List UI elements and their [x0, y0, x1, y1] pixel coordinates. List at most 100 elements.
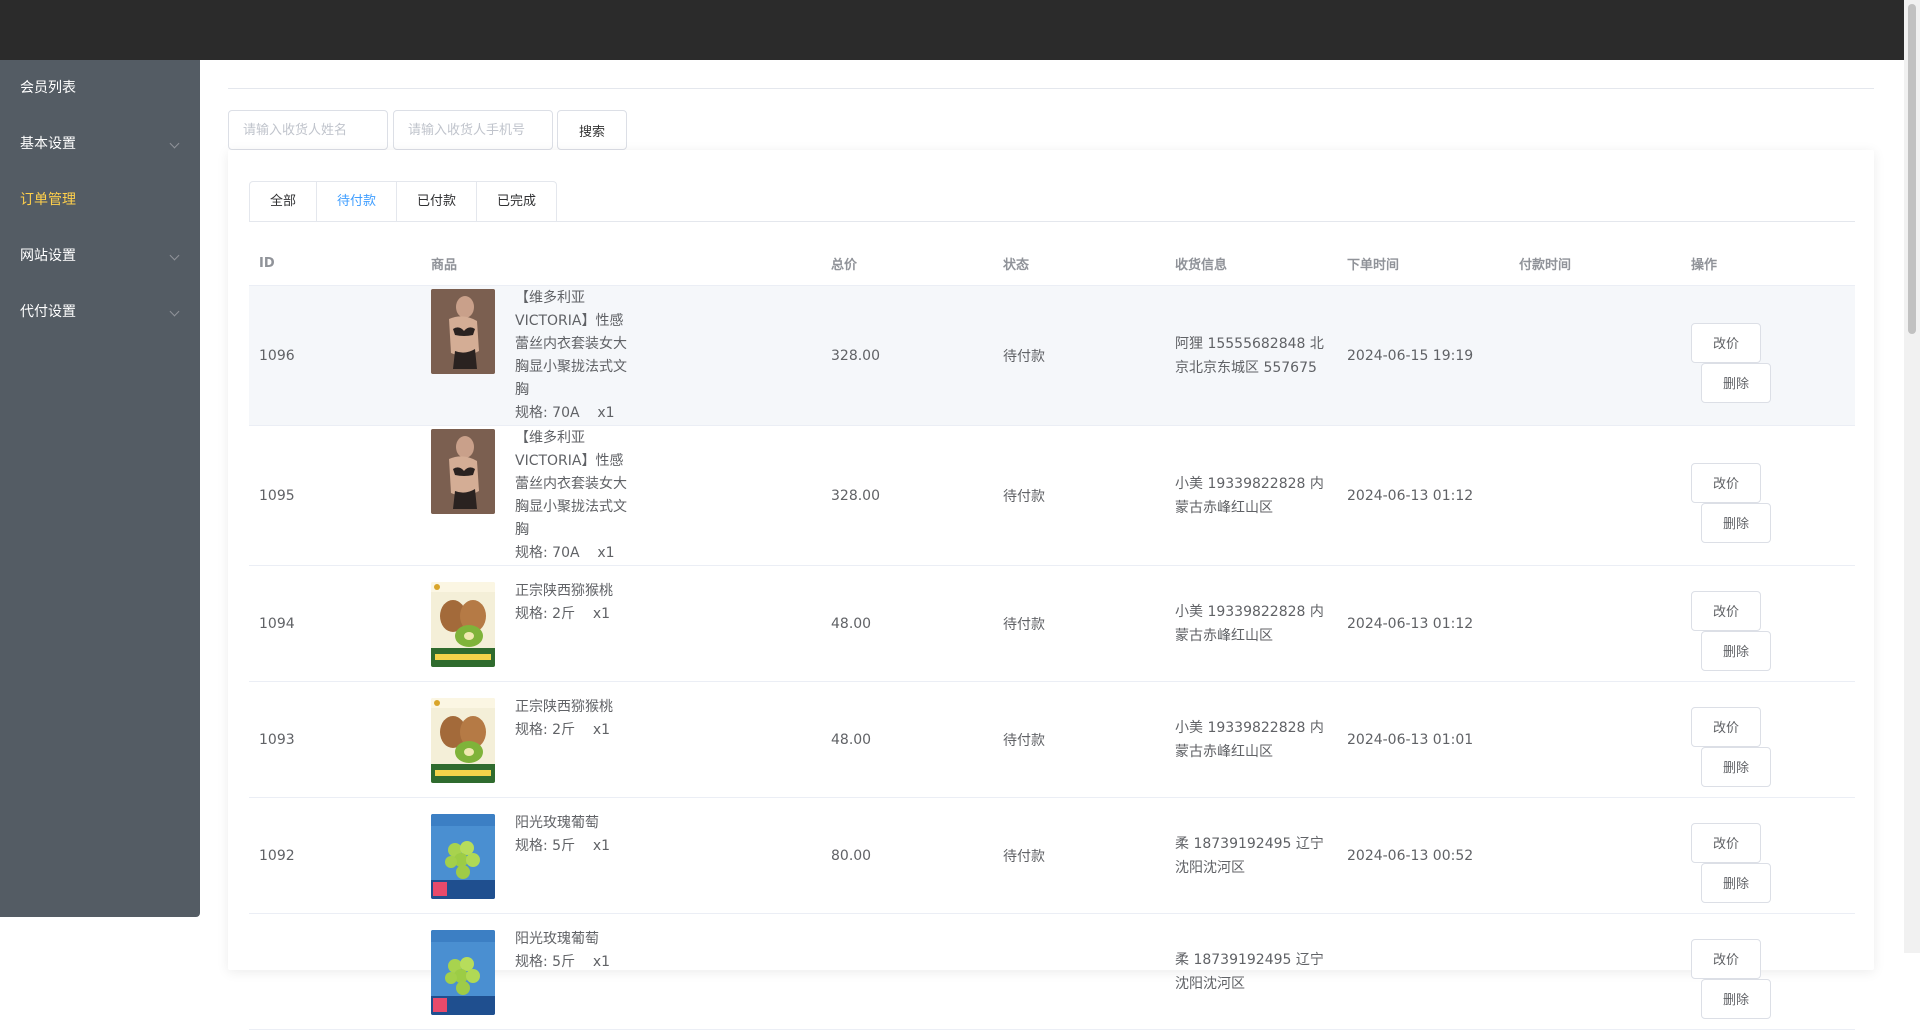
- chevron-down-icon: [169, 138, 180, 149]
- edit-price-button[interactable]: 改价: [1691, 462, 1761, 503]
- delete-button[interactable]: 删除: [1701, 502, 1771, 543]
- goods-spec: 规格: 70A x1: [515, 544, 615, 561]
- address-cell: 小美 19339822828 内蒙古赤峰红山区: [1165, 716, 1337, 764]
- goods-info: 正宗陕西猕猴桃 规格: 2斤 x1: [431, 580, 821, 667]
- goods-text: 正宗陕西猕猴桃 规格: 2斤 x1: [515, 580, 633, 626]
- shipping-info: 柔 18739192495 辽宁沈阳沈河区: [1175, 951, 1324, 992]
- order-id: 1096: [259, 347, 295, 364]
- lingerie-photo: [431, 288, 495, 374]
- tab-pending-payment[interactable]: 待付款: [317, 181, 398, 222]
- goods-spec: 规格: 5斤 x1: [515, 954, 611, 970]
- chevron-down-icon: [169, 250, 180, 261]
- table-row: 阳光玫瑰葡萄 规格: 5斤 x1 柔 18739192495 辽宁沈阳沈河区 改…: [249, 914, 1855, 1030]
- column-header-id: ID: [259, 256, 275, 271]
- chevron-down-icon: [169, 306, 180, 317]
- total-price: 328.00: [831, 347, 880, 364]
- shipping-info: 小美 19339822828 内蒙古赤峰红山区: [1175, 603, 1324, 644]
- goods-spec: 规格: 2斤 x1: [515, 606, 611, 622]
- goods-info: 【维多利亚 VICTORIA】性感蕾丝内衣套装女大胸显小聚拢法式文胸 规格: 7…: [431, 427, 821, 565]
- row-actions: 改价 删除: [1691, 322, 1791, 403]
- edit-price-button[interactable]: 改价: [1691, 322, 1761, 363]
- kiwi-photo: [431, 698, 495, 783]
- top-header-bar: [0, 0, 1920, 60]
- table-row: 1092 阳光玫瑰葡萄 规格: 5斤 x1 80.00 待付款 柔 187391…: [249, 798, 1855, 914]
- actions-cell: 改价 删除: [1681, 822, 1855, 903]
- lingerie-photo: [431, 428, 495, 514]
- delete-button[interactable]: 删除: [1701, 862, 1771, 903]
- delete-button[interactable]: 删除: [1701, 978, 1771, 1019]
- tab-all[interactable]: 全部: [249, 181, 318, 222]
- goods-name: 正宗陕西猕猴桃: [515, 583, 613, 599]
- address-cell: 阿狸 15555682848 北京北京东城区 557675: [1165, 332, 1337, 380]
- row-actions: 改价 删除: [1691, 706, 1791, 787]
- goods-cell: 阳光玫瑰葡萄 规格: 5斤 x1: [421, 928, 821, 1015]
- delete-button[interactable]: 删除: [1701, 362, 1771, 403]
- column-header-total: 总价: [831, 258, 858, 273]
- order-status: 待付款: [1003, 348, 1045, 365]
- kiwi-photo: [431, 582, 495, 667]
- column-header-order-time: 下单时间: [1347, 258, 1400, 273]
- edit-price-button[interactable]: 改价: [1691, 938, 1761, 979]
- goods-name: 【维多利亚 VICTORIA】性感蕾丝内衣套装女大胸显小聚拢法式文胸: [515, 289, 627, 398]
- scrollbar-thumb[interactable]: [1908, 4, 1916, 334]
- order-time: 2024-06-13 01:12: [1347, 615, 1474, 632]
- row-actions: 改价 删除: [1691, 822, 1791, 903]
- goods-info: 阳光玫瑰葡萄 规格: 5斤 x1: [431, 928, 821, 1015]
- row-actions: 改价 删除: [1691, 938, 1791, 1019]
- nav-item-label: 网站设置: [20, 248, 76, 264]
- tab-completed[interactable]: 已完成: [477, 181, 558, 222]
- delete-button[interactable]: 删除: [1701, 630, 1771, 671]
- column-header-goods: 商品: [431, 258, 458, 273]
- orders-card: 全部 待付款 已付款 已完成 ID 商品 总价 状态 收货信息 下单时间 付款时…: [228, 150, 1874, 1030]
- edit-price-button[interactable]: 改价: [1691, 590, 1761, 631]
- order-id: 1092: [259, 847, 295, 864]
- goods-info: 【维多利亚 VICTORIA】性感蕾丝内衣套装女大胸显小聚拢法式文胸 规格: 7…: [431, 287, 821, 425]
- sidebar: 会员列表 基本设置 订单管理 网站设置 代付设置: [0, 60, 200, 917]
- nav-item-members[interactable]: 会员列表: [0, 60, 200, 116]
- shipping-info: 小美 19339822828 内蒙古赤峰红山区: [1175, 475, 1324, 516]
- grape-photo: [431, 814, 495, 899]
- goods-text: 【维多利亚 VICTORIA】性感蕾丝内衣套装女大胸显小聚拢法式文胸 规格: 7…: [515, 287, 633, 425]
- recipient-phone-input[interactable]: [393, 110, 553, 150]
- nav-item-orders[interactable]: 订单管理: [0, 172, 200, 228]
- goods-spec: 规格: 70A x1: [515, 404, 615, 421]
- edit-price-button[interactable]: 改价: [1691, 822, 1761, 863]
- main-content: 搜索 全部 待付款 已付款 已完成 ID 商品 总价 状态 收货信息 下单时间 …: [200, 60, 1904, 1030]
- shipping-info: 小美 19339822828 内蒙古赤峰红山区: [1175, 719, 1324, 760]
- nav-item-label: 基本设置: [20, 136, 76, 152]
- order-time: 2024-06-13 00:52: [1347, 847, 1474, 864]
- goods-info: 正宗陕西猕猴桃 规格: 2斤 x1: [431, 696, 821, 783]
- divider: [228, 88, 1874, 89]
- actions-cell: 改价 删除: [1681, 462, 1855, 543]
- goods-name: 正宗陕西猕猴桃: [515, 699, 613, 715]
- grape-photo: [431, 930, 495, 1015]
- tab-paid[interactable]: 已付款: [397, 181, 478, 222]
- search-button[interactable]: 搜索: [557, 110, 627, 150]
- goods-text: 阳光玫瑰葡萄 规格: 5斤 x1: [515, 812, 633, 858]
- nav-item-label: 订单管理: [20, 192, 76, 208]
- goods-cell: 阳光玫瑰葡萄 规格: 5斤 x1: [421, 812, 821, 899]
- row-actions: 改价 删除: [1691, 462, 1791, 543]
- total-price: 48.00: [831, 615, 872, 632]
- nav-item-label: 会员列表: [20, 80, 76, 96]
- total-price: 48.00: [831, 731, 872, 748]
- nav-item-payment-settings[interactable]: 代付设置: [0, 284, 200, 340]
- actions-cell: 改价 删除: [1681, 322, 1855, 403]
- order-status-tabs: 全部 待付款 已付款 已完成: [249, 181, 558, 222]
- column-header-address: 收货信息: [1175, 258, 1228, 273]
- shipping-info: 柔 18739192495 辽宁沈阳沈河区: [1175, 835, 1324, 876]
- nav-item-site-settings[interactable]: 网站设置: [0, 228, 200, 284]
- goods-name: 【维多利亚 VICTORIA】性感蕾丝内衣套装女大胸显小聚拢法式文胸: [515, 429, 627, 538]
- recipient-name-input[interactable]: [228, 110, 388, 150]
- edit-price-button[interactable]: 改价: [1691, 706, 1761, 747]
- address-cell: 小美 19339822828 内蒙古赤峰红山区: [1165, 472, 1337, 520]
- goods-text: 阳光玫瑰葡萄 规格: 5斤 x1: [515, 928, 633, 974]
- goods-cell: 正宗陕西猕猴桃 规格: 2斤 x1: [421, 696, 821, 783]
- nav-item-basic-settings[interactable]: 基本设置: [0, 116, 200, 172]
- goods-spec: 规格: 2斤 x1: [515, 722, 611, 738]
- delete-button[interactable]: 删除: [1701, 746, 1771, 787]
- order-id: 1094: [259, 615, 295, 632]
- order-time: 2024-06-15 19:19: [1347, 347, 1474, 364]
- page-scrollbar[interactable]: [1904, 0, 1920, 953]
- goods-name: 阳光玫瑰葡萄: [515, 815, 599, 831]
